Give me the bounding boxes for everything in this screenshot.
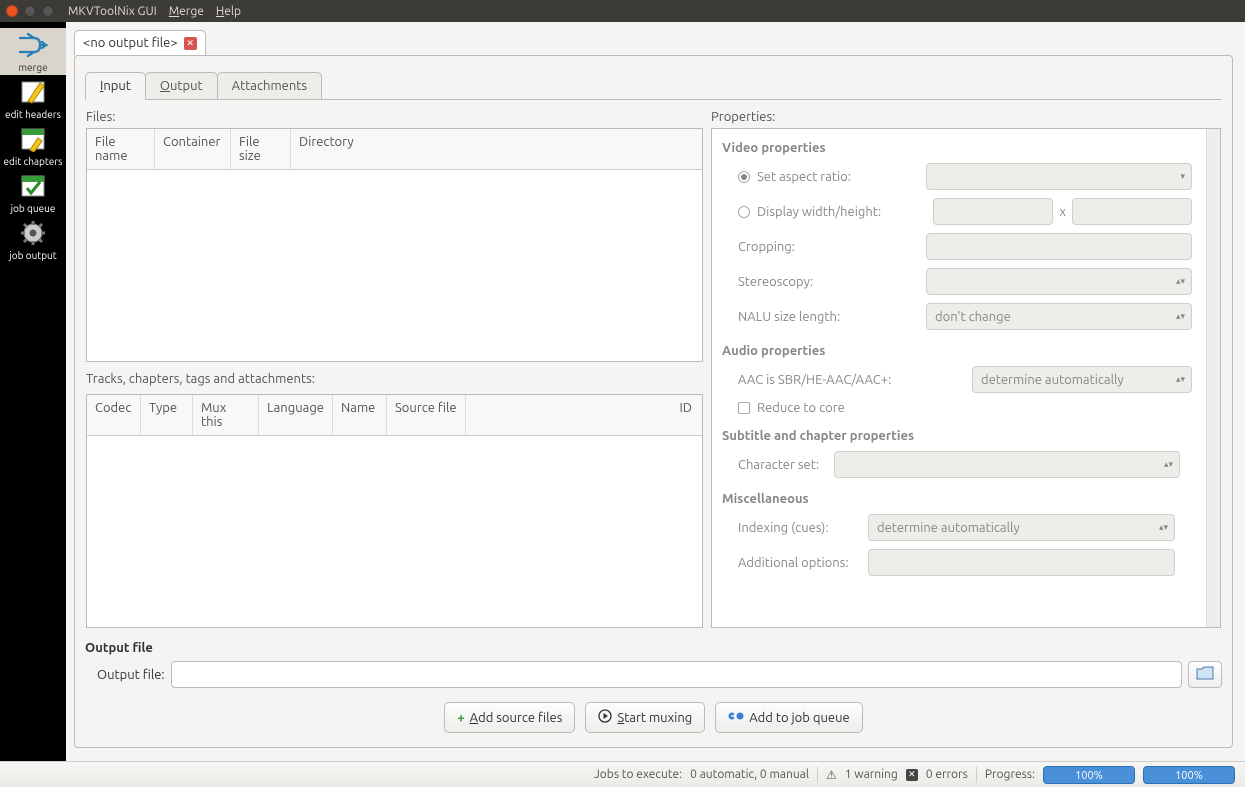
check-icon <box>18 173 48 199</box>
audio-properties-heading: Audio properties <box>722 344 1192 358</box>
add-source-files-button[interactable]: + Add source files <box>444 702 575 733</box>
subtitle-chapter-heading: Subtitle and chapter properties <box>722 429 1192 443</box>
stepper-icon: ▴▾ <box>1159 522 1168 533</box>
menu-help[interactable]: Help <box>216 5 241 18</box>
col-type[interactable]: Type <box>141 395 193 435</box>
indexing-combo[interactable]: determine automatically▴▾ <box>868 514 1175 541</box>
merge-icon <box>18 32 48 58</box>
add-to-job-queue-button[interactable]: Add to job queue <box>715 702 862 733</box>
stepper-icon: ▴▾ <box>1176 374 1185 385</box>
progress-bar-2: 100% <box>1143 766 1235 784</box>
aspect-ratio-radio[interactable] <box>738 171 750 183</box>
folder-icon <box>1196 666 1214 683</box>
close-icon[interactable]: ✕ <box>184 37 197 50</box>
window-minimize-button[interactable] <box>24 5 36 17</box>
sidebar-item-merge[interactable]: merge <box>0 28 66 75</box>
warnings-text[interactable]: 1 warning <box>845 768 898 781</box>
sidebar-item-job-output[interactable]: job output <box>0 216 66 263</box>
stepper-icon: ▴▾ <box>1164 459 1173 470</box>
stepper-icon: ▴▾ <box>1176 311 1185 322</box>
output-file-heading: Output file <box>85 641 1222 655</box>
display-wh-radio[interactable] <box>738 206 750 218</box>
col-container[interactable]: Container <box>155 129 231 169</box>
tab-output[interactable]: Output <box>145 72 218 100</box>
stepper-icon: ▴▾ <box>1176 276 1185 287</box>
properties-panel: Video properties Set aspect ratio: ▾ Dis… <box>711 128 1221 628</box>
body-frame: Input Output Attachments Files: File nam… <box>74 55 1233 748</box>
progress-label: Progress: <box>985 768 1035 781</box>
sidebar: merge edit headers edit chapters job que… <box>0 22 66 761</box>
properties-scrollbar[interactable] <box>1206 129 1220 627</box>
aac-combo[interactable]: determine automatically▴▾ <box>972 366 1192 393</box>
charset-label: Character set: <box>738 458 834 472</box>
output-file-input[interactable] <box>171 661 1182 688</box>
sidebar-item-job-queue[interactable]: job queue <box>0 169 66 216</box>
error-icon: ✕ <box>906 769 918 781</box>
files-table[interactable]: File name Container File size Directory <box>86 128 703 362</box>
stereoscopy-combo[interactable]: ▴▾ <box>926 268 1192 295</box>
display-height-input[interactable] <box>1072 198 1192 225</box>
sidebar-item-edit-headers[interactable]: edit headers <box>0 75 66 122</box>
sidebar-item-edit-chapters[interactable]: edit chapters <box>0 122 66 169</box>
stereoscopy-label: Stereoscopy: <box>722 275 926 289</box>
start-muxing-button[interactable]: Start muxing <box>585 702 705 733</box>
cropping-label: Cropping: <box>722 240 926 254</box>
chapters-icon <box>18 126 48 152</box>
warning-icon: ⚠ <box>826 768 837 782</box>
menu-merge[interactable]: Merge <box>169 5 204 18</box>
aspect-ratio-combo[interactable]: ▾ <box>926 163 1192 190</box>
file-tab-label: <no output file> <box>83 36 178 50</box>
window-titlebar: MKVToolNix GUI Merge Help <box>0 0 1245 22</box>
misc-heading: Miscellaneous <box>722 492 1192 506</box>
play-circle-icon <box>598 709 612 726</box>
gear-icon <box>18 220 48 246</box>
wh-separator: x <box>1059 205 1066 219</box>
tab-attachments[interactable]: Attachments <box>217 72 322 100</box>
col-mux-this[interactable]: Mux this <box>193 395 259 435</box>
plus-icon: + <box>457 711 464 725</box>
jobs-label: Jobs to execute: <box>594 768 682 781</box>
col-name[interactable]: Name <box>333 395 387 435</box>
window-maximize-button[interactable] <box>42 5 54 17</box>
reduce-to-core-label: Reduce to core <box>757 401 1192 415</box>
file-tab-no-output[interactable]: <no output file> ✕ <box>74 30 206 55</box>
col-id[interactable]: ID <box>671 395 702 435</box>
addl-options-input[interactable] <box>868 549 1175 576</box>
nalu-combo[interactable]: don't change▴▾ <box>926 303 1192 330</box>
tab-input[interactable]: Input <box>85 72 146 100</box>
display-width-input[interactable] <box>933 198 1053 225</box>
col-directory[interactable]: Directory <box>291 129 702 169</box>
nalu-label: NALU size length: <box>722 310 926 324</box>
aac-label: AAC is SBR/HE-AAC/AAC+: <box>738 373 972 387</box>
errors-text[interactable]: 0 errors <box>926 768 968 781</box>
properties-label: Properties: <box>711 110 1221 124</box>
addl-options-label: Additional options: <box>738 556 868 570</box>
cropping-input[interactable] <box>926 233 1192 260</box>
app-title: MKVToolNix GUI <box>68 5 157 18</box>
queue-icon <box>728 710 744 725</box>
pencil-icon <box>18 79 48 105</box>
aspect-ratio-label: Set aspect ratio: <box>757 170 926 184</box>
progress-bar-1: 100% <box>1043 766 1135 784</box>
reduce-to-core-checkbox[interactable] <box>738 402 750 414</box>
files-label: Files: <box>86 110 703 124</box>
tracks-table[interactable]: Codec Type Mux this Language Name Source… <box>86 394 703 628</box>
jobs-value: 0 automatic, 0 manual <box>690 768 809 781</box>
main-panel: <no output file> ✕ Input Output Attachme… <box>66 22 1245 761</box>
tracks-label: Tracks, chapters, tags and attachments: <box>86 372 703 386</box>
video-properties-heading: Video properties <box>722 141 1192 155</box>
indexing-label: Indexing (cues): <box>738 521 868 535</box>
col-file-size[interactable]: File size <box>231 129 291 169</box>
col-codec[interactable]: Codec <box>87 395 141 435</box>
output-file-browse-button[interactable] <box>1188 661 1222 688</box>
col-file-name[interactable]: File name <box>87 129 155 169</box>
chevron-down-icon: ▾ <box>1180 171 1185 182</box>
status-bar: Jobs to execute: 0 automatic, 0 manual ⚠… <box>0 761 1245 787</box>
output-file-label: Output file: <box>97 668 165 682</box>
display-wh-label: Display width/height: <box>757 205 933 219</box>
col-language[interactable]: Language <box>259 395 333 435</box>
col-source-file[interactable]: Source file <box>387 395 466 435</box>
charset-combo[interactable]: ▴▾ <box>834 451 1180 478</box>
window-close-button[interactable] <box>6 5 18 17</box>
